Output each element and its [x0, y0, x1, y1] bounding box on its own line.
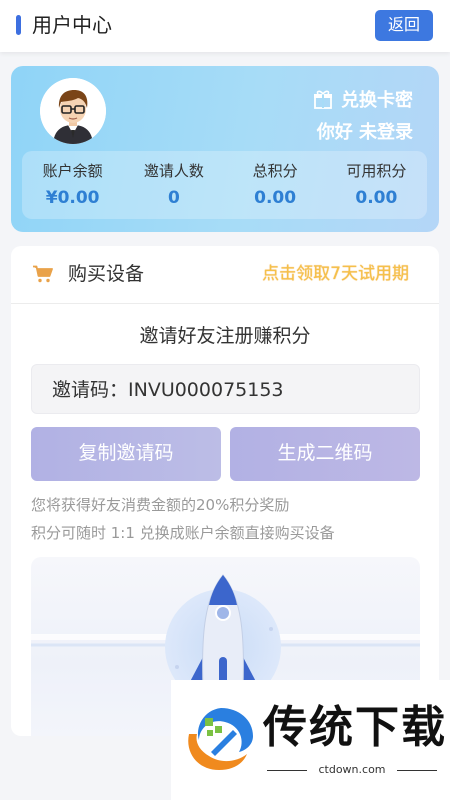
- gift-icon: [314, 90, 332, 109]
- stat-available-points[interactable]: 可用积分 0.00: [326, 151, 427, 219]
- stat-value: 0: [167, 188, 180, 208]
- login-greeting[interactable]: 你好 未登录: [317, 120, 413, 146]
- header-accent-bar: [16, 15, 21, 35]
- site-logo-icon: [188, 708, 253, 770]
- redeem-label: 兑换卡密: [341, 90, 413, 111]
- cart-icon: [33, 265, 53, 283]
- copy-invite-code-button[interactable]: 复制邀请码: [31, 427, 221, 481]
- redeem-card-button[interactable]: 兑换卡密: [313, 86, 413, 112]
- stat-value: 0.00: [254, 188, 297, 208]
- watermark-domain: ctdown.com: [267, 762, 437, 778]
- invite-code-field[interactable]: 邀请码：INVU000075153: [31, 364, 420, 414]
- stat-total-points[interactable]: 总积分 0.00: [225, 151, 326, 219]
- main-card: 购买设备 点击领取7天试用期 邀请好友注册赚积分 邀请码：INVU0000751…: [11, 246, 439, 736]
- stat-label: 可用积分: [346, 162, 407, 180]
- stat-label: 账户余额: [42, 162, 103, 180]
- invite-title: 邀请好友注册赚积分: [139, 325, 311, 347]
- stat-label: 总积分: [252, 162, 298, 180]
- exchange-note: 积分可随时 1:1 兑换成账户余额直接购买设备: [31, 524, 335, 542]
- back-button[interactable]: 返回: [375, 10, 433, 41]
- reward-note: 您将获得好友消费金额的20%积分奖励: [31, 496, 290, 514]
- user-info-card: 兑换卡密 你好 未登录 账户余额 ¥0.00 邀请人数 0 总积分 0.00 可…: [11, 66, 439, 232]
- generate-qr-button[interactable]: 生成二维码: [230, 427, 420, 481]
- stat-invites[interactable]: 邀请人数 0: [123, 151, 224, 219]
- stat-value: 0.00: [355, 188, 398, 208]
- stat-value: ¥0.00: [45, 188, 100, 208]
- avatar[interactable]: [40, 78, 106, 144]
- trial-link[interactable]: 点击领取7天试用期: [262, 261, 409, 287]
- stat-balance[interactable]: 账户余额 ¥0.00: [22, 151, 123, 219]
- watermark-text: 传统下载: [263, 702, 447, 753]
- avatar-cartoon-icon: [40, 78, 106, 144]
- app-header: 用户中心 返回: [0, 0, 450, 52]
- account-stats: 账户余额 ¥0.00 邀请人数 0 总积分 0.00 可用积分 0.00: [22, 151, 427, 219]
- watermark: 传统下载 ctdown.com: [171, 680, 450, 800]
- buy-device-label: 购买设备: [68, 263, 145, 285]
- buy-device-row[interactable]: 购买设备 点击领取7天试用期: [11, 246, 439, 304]
- stat-label: 邀请人数: [143, 162, 204, 180]
- page-title: 用户中心: [32, 13, 112, 37]
- invite-code-text: 邀请码：INVU000075153: [52, 379, 284, 401]
